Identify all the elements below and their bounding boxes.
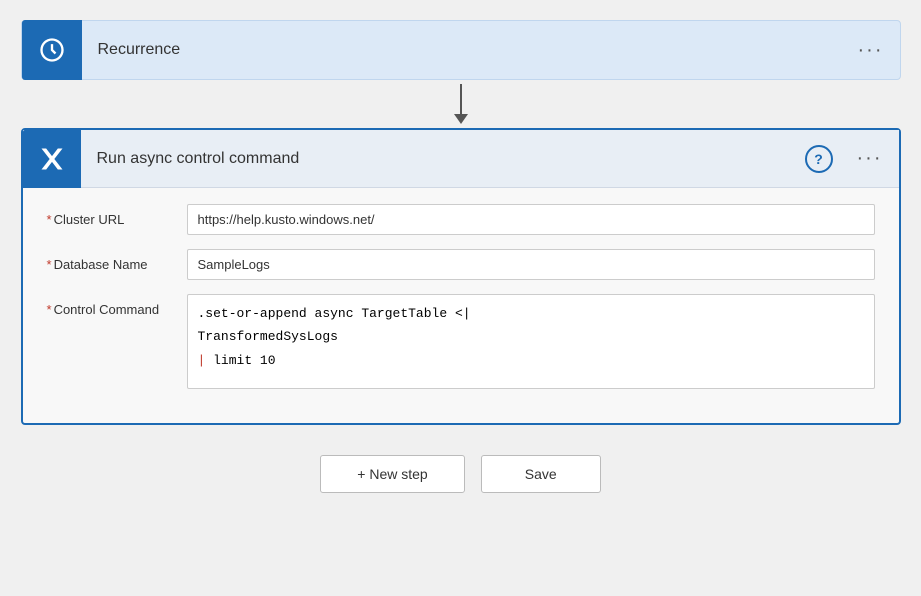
control-command-label: *Control Command xyxy=(47,294,187,317)
control-command-input[interactable]: .set-or-append async TargetTable <| Tran… xyxy=(187,294,875,389)
control-command-required: * xyxy=(47,302,52,317)
control-command-row: *Control Command .set-or-append async Ta… xyxy=(47,294,875,389)
flow-container: Recurrence ··· Run async control command… xyxy=(21,20,901,493)
cluster-url-required: * xyxy=(47,212,52,227)
action-card-body: *Cluster URL *Database Name *Control Com… xyxy=(23,188,899,423)
kusto-icon xyxy=(38,145,66,173)
cluster-url-row: *Cluster URL xyxy=(47,204,875,235)
recurrence-menu-button[interactable]: ··· xyxy=(842,39,900,62)
cluster-url-label: *Cluster URL xyxy=(47,204,187,227)
recurrence-title: Recurrence xyxy=(82,41,842,59)
action-icon-box xyxy=(23,130,81,188)
arrow-head xyxy=(454,114,468,124)
action-title: Run async control command xyxy=(81,150,805,168)
recurrence-icon-box xyxy=(22,20,82,80)
cluster-url-input[interactable] xyxy=(187,204,875,235)
command-line-3: | limit 10 xyxy=(198,349,864,372)
action-card-header: Run async control command ? ··· xyxy=(23,130,899,188)
bottom-actions: + New step Save xyxy=(320,455,600,493)
recurrence-card: Recurrence ··· xyxy=(21,20,901,80)
database-name-required: * xyxy=(47,257,52,272)
new-step-button[interactable]: + New step xyxy=(320,455,464,493)
save-button[interactable]: Save xyxy=(481,455,601,493)
database-name-input[interactable] xyxy=(187,249,875,280)
arrow-connector xyxy=(454,84,468,124)
clock-icon xyxy=(38,36,66,64)
command-line-1: .set-or-append async TargetTable <| xyxy=(198,302,864,325)
command-line-2: TransformedSysLogs xyxy=(198,325,864,348)
action-card: Run async control command ? ··· *Cluster… xyxy=(21,128,901,425)
action-help-button[interactable]: ? xyxy=(805,145,833,173)
database-name-row: *Database Name xyxy=(47,249,875,280)
action-menu-button[interactable]: ··· xyxy=(841,147,899,170)
database-name-label: *Database Name xyxy=(47,249,187,272)
arrow-line xyxy=(460,84,462,114)
